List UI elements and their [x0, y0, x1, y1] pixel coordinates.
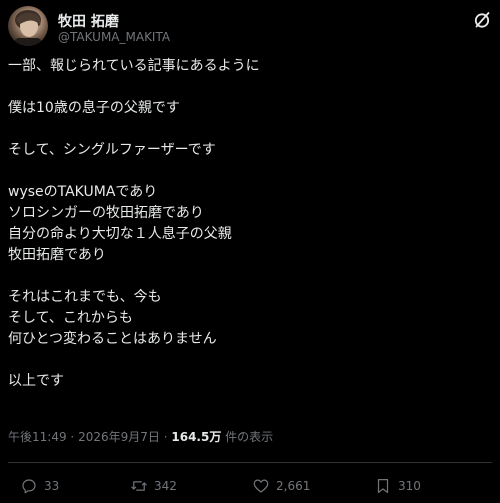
repost-button[interactable]: 342 — [130, 474, 177, 498]
bookmark-count: 310 — [398, 479, 421, 493]
post-line: そして、シングルファーザーです — [8, 142, 216, 158]
bookmark-button[interactable]: 310 — [374, 474, 421, 498]
avatar[interactable] — [8, 6, 48, 46]
post-time[interactable]: 午後11:49 — [8, 430, 67, 444]
repost-count: 342 — [154, 479, 177, 493]
post-line: ソロシンガーの牧田拓磨であり — [8, 205, 204, 221]
post-line: wyseのTAKUMAであり — [8, 184, 158, 200]
post-line: 何ひとつ変わることはありません — [8, 331, 217, 347]
post-line: そして、これからも — [8, 310, 133, 326]
post-line: 自分の命より大切な１人息子の父親 — [8, 226, 232, 242]
reply-icon — [20, 477, 44, 495]
author-display-name[interactable]: 牧田 拓磨 — [58, 11, 119, 31]
views-label: 件の表示 — [225, 430, 274, 444]
like-count: 2,661 — [276, 479, 311, 493]
author-handle[interactable]: @TAKUMA_MAKITA — [58, 30, 170, 44]
post-line: 牧田拓磨であり — [8, 247, 106, 263]
post-date[interactable]: 2026年9月7日 — [78, 430, 160, 444]
post-header: 牧田 拓磨 @TAKUMA_MAKITA — [8, 6, 492, 46]
grok-icon[interactable] — [472, 10, 492, 30]
views-count[interactable]: 164.5万 — [171, 430, 221, 444]
post-text: 一部、報じられている記事にあるように 僕は10歳の息子の父親です そして、シング… — [8, 56, 492, 392]
like-button[interactable]: 2,661 — [252, 474, 310, 498]
post-line: 僕は10歳の息子の父親です — [8, 100, 180, 116]
post-line: 以上です — [8, 373, 64, 389]
meta-separator: · — [163, 430, 168, 444]
reply-count: 33 — [44, 479, 60, 493]
repost-icon — [130, 477, 154, 495]
reply-button[interactable]: 33 — [20, 474, 59, 498]
post-metadata: 午後11:49 · 2026年9月7日 · 164.5万 件の表示 — [8, 428, 273, 445]
heart-icon — [252, 477, 276, 495]
divider — [8, 462, 492, 463]
meta-separator: · — [70, 430, 75, 444]
bookmark-icon — [374, 477, 398, 495]
post-line: それはこれまでも、今も — [8, 289, 162, 305]
action-bar: 33 342 2,661 310 — [8, 474, 492, 498]
post-line: 一部、報じられている記事にあるように — [8, 58, 260, 74]
